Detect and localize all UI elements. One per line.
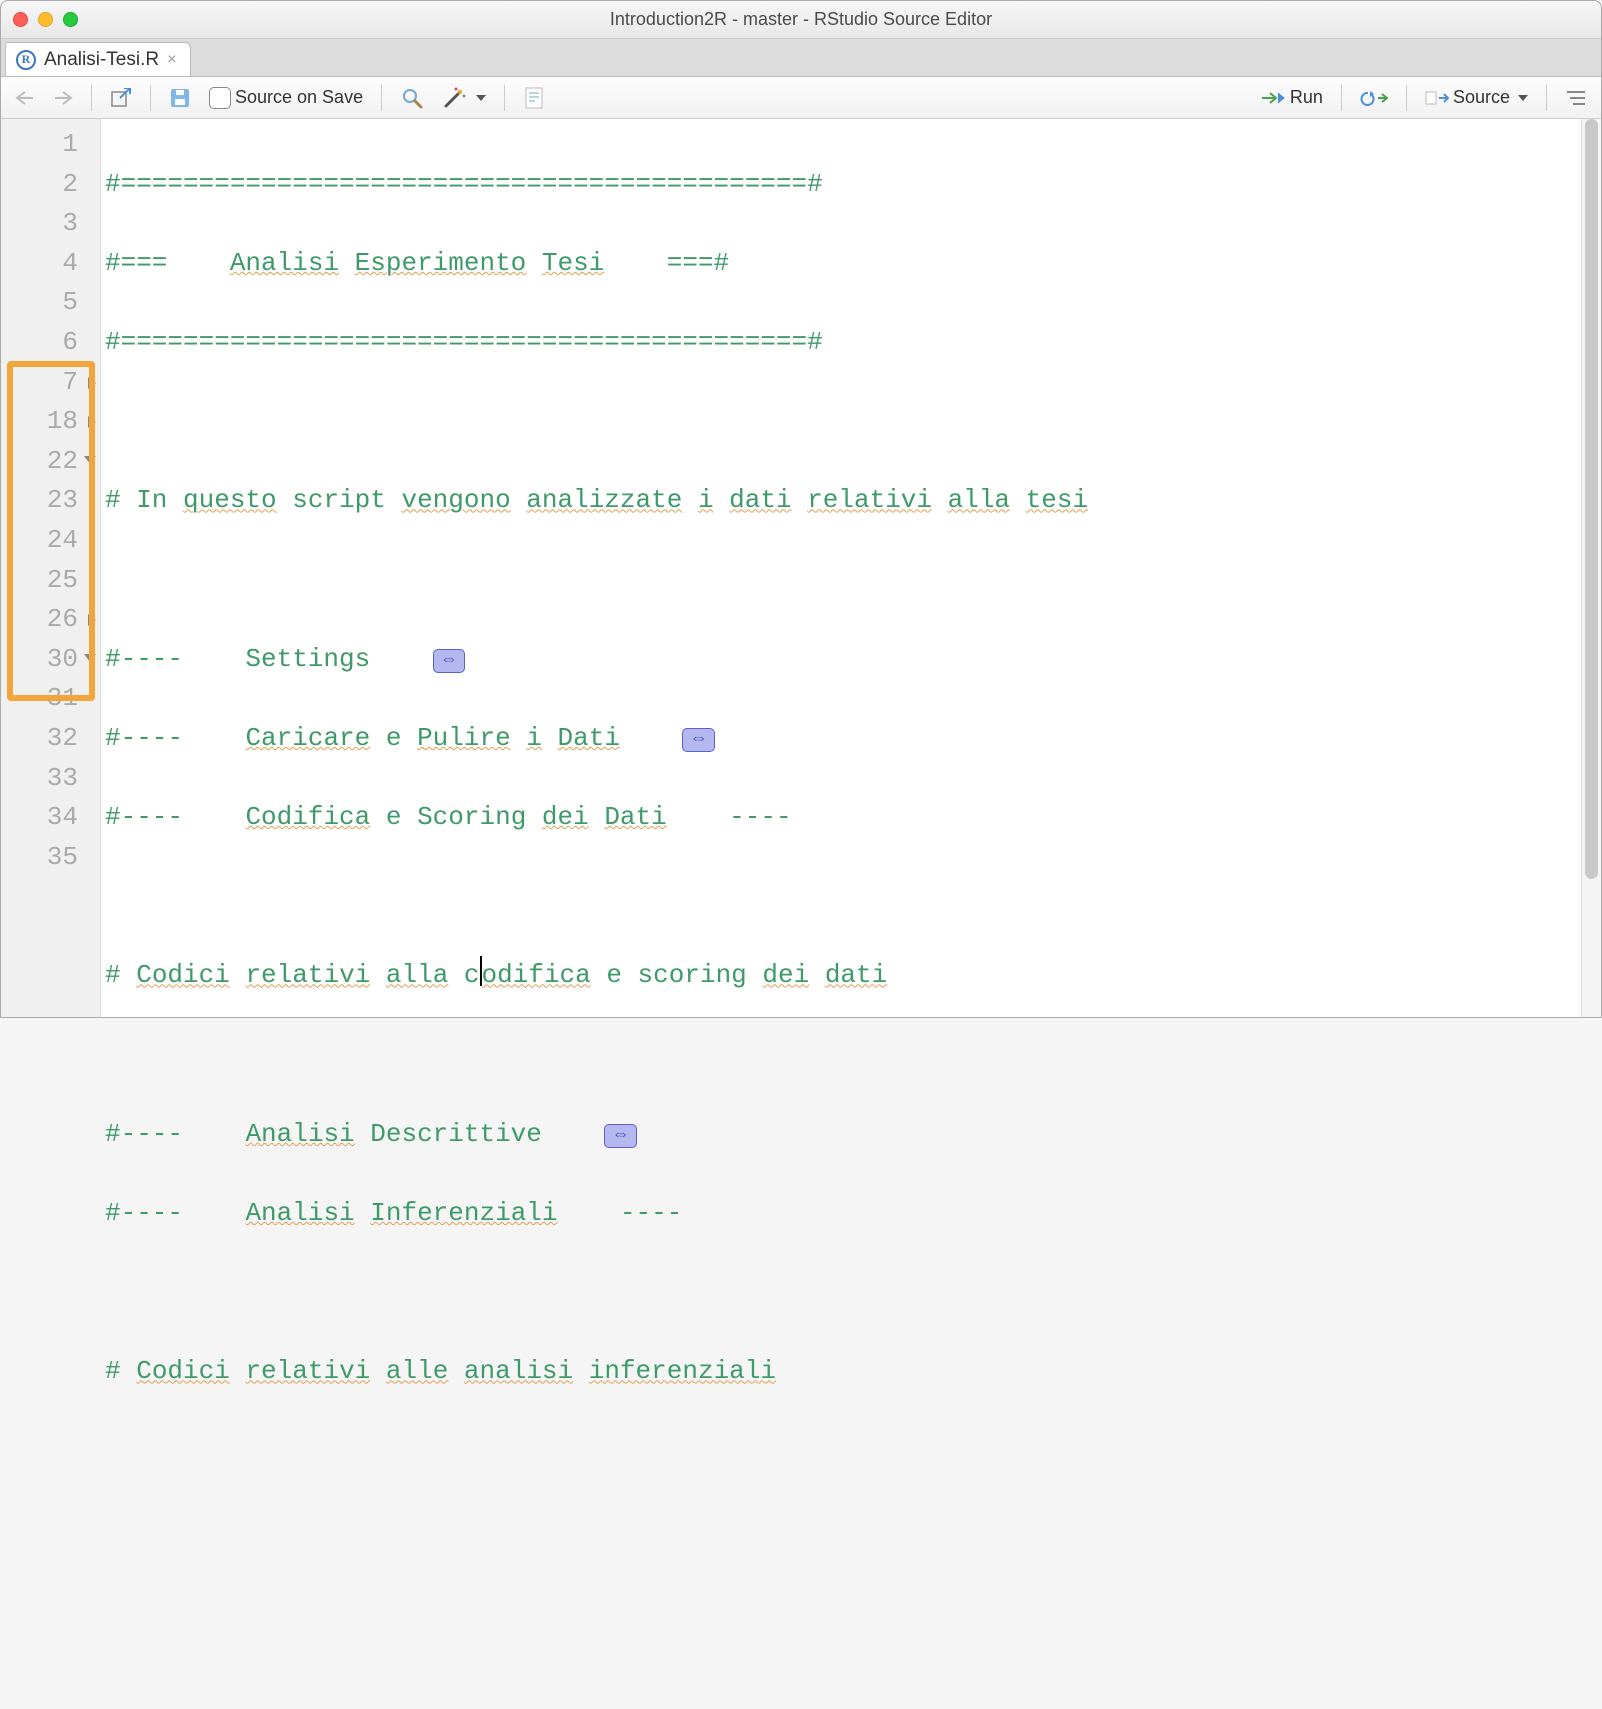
source-button[interactable]: Source bbox=[1421, 85, 1532, 110]
code-line bbox=[105, 1590, 1601, 1630]
line-number: 34 bbox=[1, 798, 100, 838]
code-line bbox=[105, 1273, 1601, 1313]
tab-bar: R Analisi-Tesi.R × bbox=[1, 39, 1601, 77]
line-number: 22 bbox=[1, 442, 100, 482]
toolbar-separator bbox=[150, 85, 151, 111]
source-on-save-toggle[interactable]: Source on Save bbox=[205, 85, 367, 111]
find-button[interactable] bbox=[396, 84, 428, 112]
toolbar-separator bbox=[1406, 85, 1407, 111]
vertical-scrollbar[interactable] bbox=[1581, 119, 1601, 1017]
line-number: 33 bbox=[1, 759, 100, 799]
line-number: 2 bbox=[1, 165, 100, 205]
toolbar-separator bbox=[1546, 85, 1547, 111]
line-number: 7 bbox=[1, 363, 100, 403]
close-tab-icon[interactable]: × bbox=[167, 51, 176, 69]
line-number: 30 bbox=[1, 640, 100, 680]
toolbar-separator bbox=[1341, 85, 1342, 111]
line-number: 18 bbox=[1, 402, 100, 442]
code-line: #---- Codifica e Scoring dei Dati ---- bbox=[105, 798, 1601, 838]
toolbar-separator bbox=[381, 85, 382, 111]
fold-closed-icon[interactable] bbox=[88, 614, 96, 626]
toolbar-separator bbox=[504, 85, 505, 111]
fold-open-icon[interactable] bbox=[84, 456, 96, 464]
line-number: 23 bbox=[1, 481, 100, 521]
checkbox-icon bbox=[209, 87, 231, 109]
window-title: Introduction2R - master - RStudio Source… bbox=[1, 9, 1601, 30]
line-number: 3 bbox=[1, 204, 100, 244]
toolbar-separator bbox=[91, 85, 92, 111]
fold-marker-icon[interactable]: ⇔ bbox=[433, 649, 466, 673]
run-label: Run bbox=[1290, 87, 1323, 108]
fold-closed-icon[interactable] bbox=[88, 416, 96, 428]
file-tab[interactable]: R Analisi-Tesi.R × bbox=[5, 42, 191, 76]
code-line: #---- Settings ⇔ bbox=[105, 640, 1601, 680]
tab-filename: Analisi-Tesi.R bbox=[44, 49, 159, 71]
save-button[interactable] bbox=[165, 85, 195, 111]
code-line bbox=[105, 561, 1601, 601]
rerun-button[interactable] bbox=[1356, 87, 1392, 109]
line-number: 6 bbox=[1, 323, 100, 363]
line-number: 24 bbox=[1, 521, 100, 561]
line-number: 5 bbox=[1, 283, 100, 323]
code-line: #=======================================… bbox=[105, 165, 1601, 205]
line-number: 1 bbox=[1, 125, 100, 165]
dropdown-caret-icon bbox=[476, 95, 486, 101]
code-line bbox=[105, 402, 1601, 442]
code-line: #---- Analisi Descrittive ⇔ bbox=[105, 1115, 1601, 1155]
outline-button[interactable] bbox=[1561, 87, 1591, 109]
scrollbar-thumb[interactable] bbox=[1585, 119, 1598, 879]
dropdown-caret-icon bbox=[1518, 95, 1528, 101]
code-line bbox=[105, 1036, 1601, 1076]
r-file-icon: R bbox=[16, 50, 36, 70]
code-line: #=== Analisi Esperimento Tesi ===# bbox=[105, 244, 1601, 284]
line-number: 25 bbox=[1, 561, 100, 601]
editor-toolbar: Source on Save Run Source bbox=[1, 77, 1601, 119]
line-number: 35 bbox=[1, 838, 100, 878]
source-label: Source bbox=[1453, 87, 1510, 108]
code-line: #---- Analisi Inferenziali ---- bbox=[105, 1194, 1601, 1234]
window-titlebar: Introduction2R - master - RStudio Source… bbox=[1, 1, 1601, 39]
fold-closed-icon[interactable] bbox=[88, 377, 96, 389]
fold-open-icon[interactable] bbox=[84, 654, 96, 662]
code-tools-button[interactable] bbox=[438, 84, 490, 112]
nav-forward-button[interactable] bbox=[49, 88, 77, 108]
code-line: # Codici relativi alla codifica e scorin… bbox=[105, 956, 1601, 996]
source-on-save-label: Source on Save bbox=[235, 87, 363, 108]
fold-marker-icon[interactable]: ⇔ bbox=[604, 1124, 637, 1148]
code-line: # Codici relativi alle analisi inferenzi… bbox=[105, 1352, 1601, 1392]
fold-marker-icon[interactable]: ⇔ bbox=[682, 728, 715, 752]
code-line bbox=[105, 1511, 1601, 1551]
code-line: # In questo script vengono analizzate i … bbox=[105, 481, 1601, 521]
code-area[interactable]: #=======================================… bbox=[101, 119, 1601, 1017]
compile-report-button[interactable] bbox=[519, 84, 549, 112]
popout-button[interactable] bbox=[106, 86, 136, 110]
line-number: 4 bbox=[1, 244, 100, 284]
code-line bbox=[105, 1432, 1601, 1472]
source-editor[interactable]: 1 2 3 4 5 6 7 18 22 23 24 25 26 30 31 32… bbox=[1, 119, 1601, 1017]
line-number: 31 bbox=[1, 679, 100, 719]
code-line: #=======================================… bbox=[105, 323, 1601, 363]
run-button[interactable]: Run bbox=[1256, 85, 1327, 110]
line-number: 32 bbox=[1, 719, 100, 759]
code-line: #---- Caricare e Pulire i Dati ⇔ bbox=[105, 719, 1601, 759]
nav-back-button[interactable] bbox=[11, 88, 39, 108]
line-number: 26 bbox=[1, 600, 100, 640]
line-number-gutter[interactable]: 1 2 3 4 5 6 7 18 22 23 24 25 26 30 31 32… bbox=[1, 119, 101, 1017]
code-line bbox=[105, 877, 1601, 917]
